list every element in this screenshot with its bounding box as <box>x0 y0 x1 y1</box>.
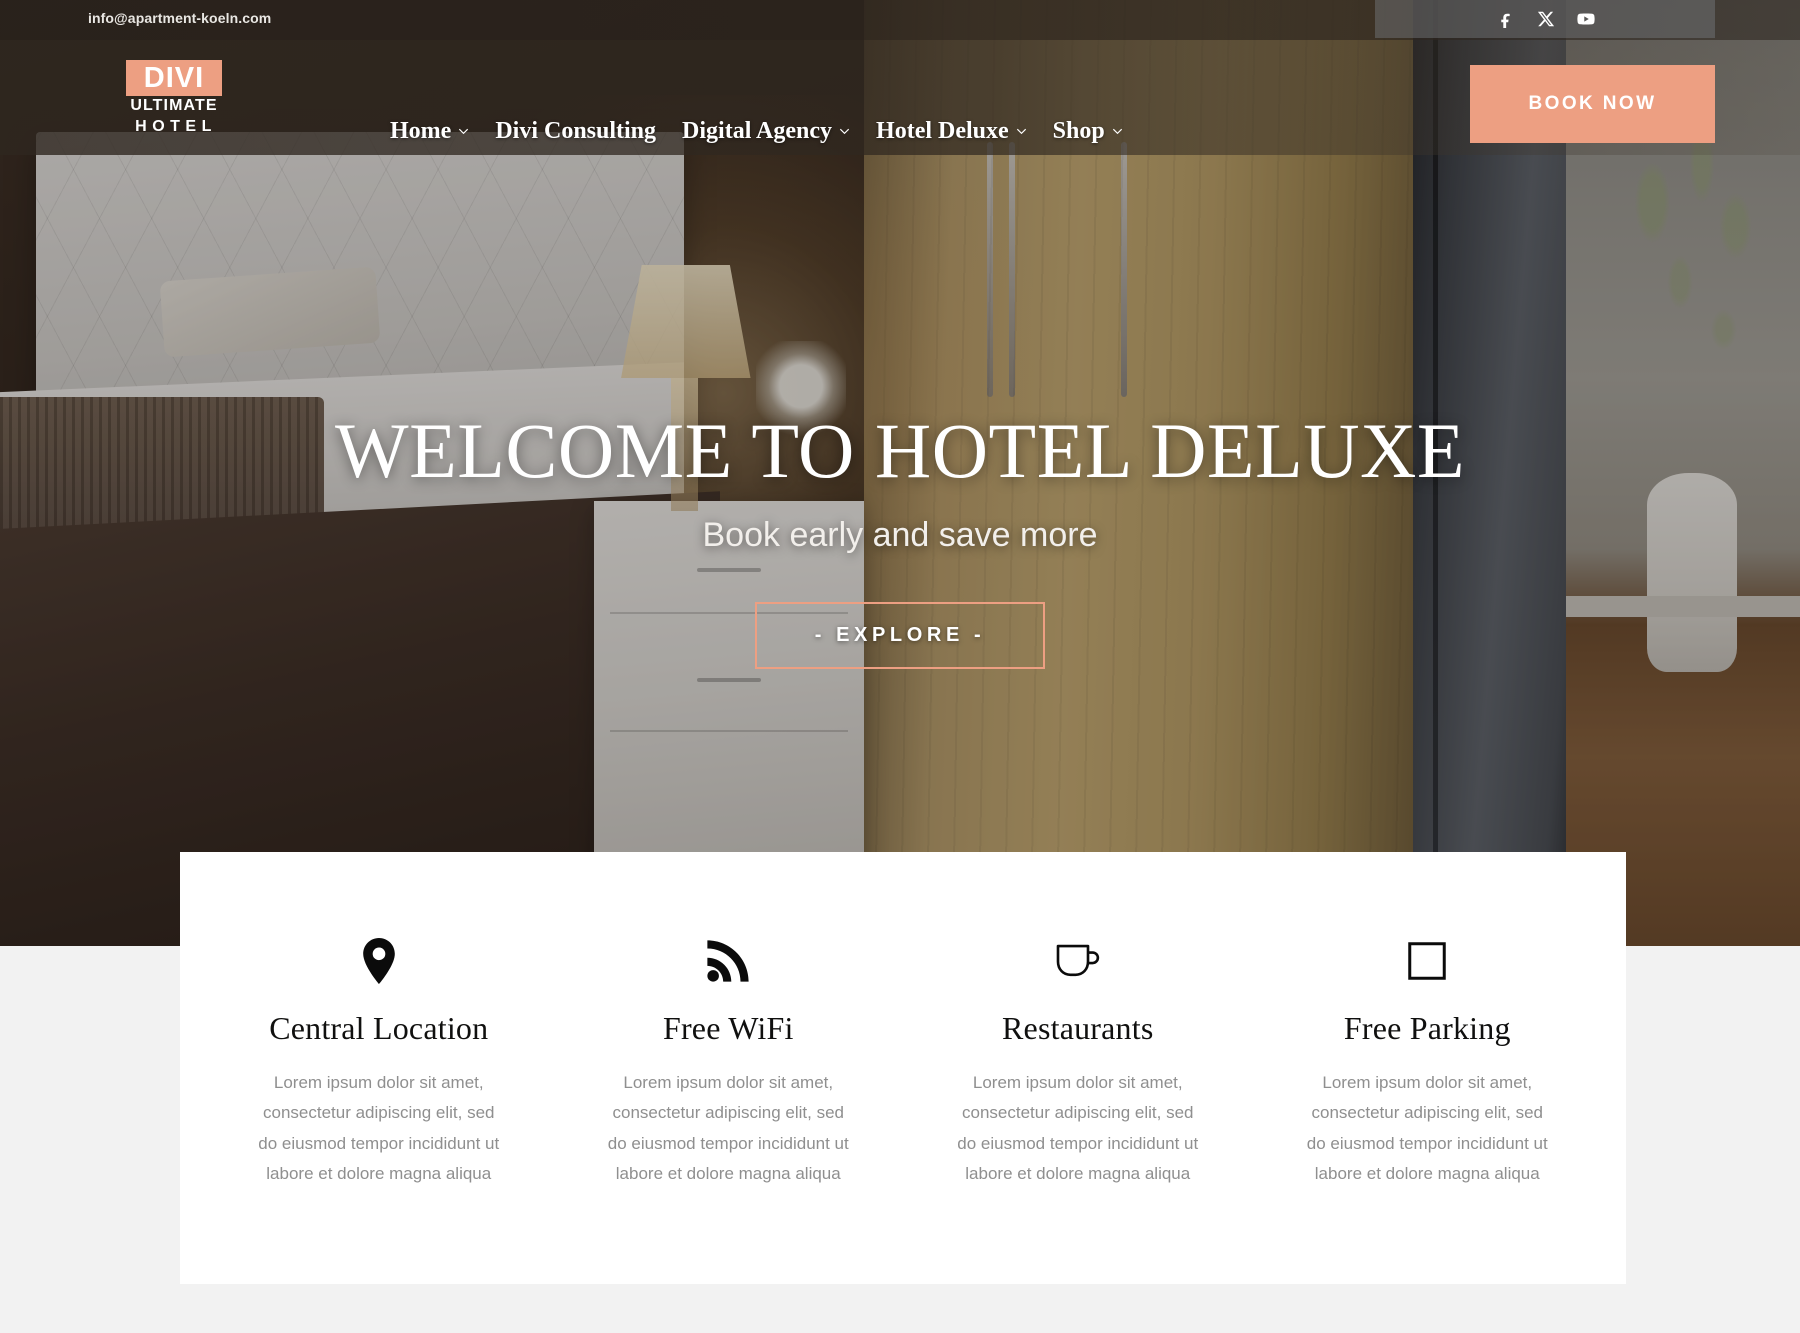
facebook-icon[interactable] <box>1497 10 1515 28</box>
features-card: Central Location Lorem ipsum dolor sit a… <box>180 852 1626 1284</box>
youtube-icon[interactable] <box>1577 10 1595 28</box>
logo-ultimate-text: ULTIMATE <box>130 97 218 114</box>
nav-label: Divi Consulting <box>495 118 657 144</box>
square-outline-icon <box>1407 938 1447 984</box>
nav-item-digital-agency[interactable]: Digital Agency <box>682 118 850 145</box>
feature-text: Lorem ipsum dolor sit amet, consectetur … <box>957 1073 1199 1183</box>
hero-subtitle: Book early and save more <box>702 515 1098 554</box>
logo-divi-text: DIVI <box>126 60 222 96</box>
chevron-down-icon <box>1112 128 1123 136</box>
main-navigation: Home Divi Consulting Digital Agency Hote… <box>390 118 1123 145</box>
nav-item-divi-consulting[interactable]: Divi Consulting <box>495 118 656 145</box>
feature-text: Lorem ipsum dolor sit amet, consectetur … <box>607 1073 849 1183</box>
page-root: info@apartment-koeln.com DIVI ULTIMATE H… <box>0 0 1800 1333</box>
chevron-down-icon <box>458 128 469 136</box>
feature-title: Free WiFi <box>662 1010 794 1046</box>
site-header: DIVI ULTIMATE HOTEL Home Divi Consulting… <box>0 40 1800 155</box>
social-links <box>1375 0 1715 38</box>
feature-restaurants: Restaurants Lorem ipsum dolor sit amet, … <box>903 938 1253 1189</box>
nav-item-hotel-deluxe[interactable]: Hotel Deluxe <box>876 118 1027 145</box>
x-twitter-icon[interactable] <box>1537 10 1555 28</box>
nav-label: Digital Agency <box>682 118 833 144</box>
nav-item-home[interactable]: Home <box>390 118 469 145</box>
feature-title: Central Location <box>269 1010 489 1046</box>
chevron-down-icon <box>839 128 850 136</box>
contact-email-link[interactable]: info@apartment-koeln.com <box>88 10 271 26</box>
chevron-down-icon <box>1016 128 1027 136</box>
feature-text: Lorem ipsum dolor sit amet, consectetur … <box>1306 1073 1548 1183</box>
feature-text: Lorem ipsum dolor sit amet, consectetur … <box>258 1073 500 1183</box>
feature-central-location: Central Location Lorem ipsum dolor sit a… <box>204 938 554 1189</box>
map-pin-icon <box>361 938 397 984</box>
explore-button[interactable]: - EXPLORE - <box>755 601 1045 669</box>
feature-title: Free Parking <box>1343 1010 1511 1046</box>
coffee-cup-icon <box>1053 938 1103 984</box>
book-now-button[interactable]: BOOK NOW <box>1470 65 1715 143</box>
page-title: WELCOME TO HOTEL DELUXE <box>334 407 1466 494</box>
top-bar: info@apartment-koeln.com <box>0 0 1800 40</box>
site-logo[interactable]: DIVI ULTIMATE HOTEL <box>126 60 222 137</box>
nav-item-shop[interactable]: Shop <box>1053 118 1123 145</box>
nav-label: Home <box>390 118 452 144</box>
nav-label: Shop <box>1052 118 1105 144</box>
nav-label: Hotel Deluxe <box>876 118 1009 144</box>
feature-title: Restaurants <box>1002 1010 1154 1046</box>
wifi-signal-icon <box>706 938 750 984</box>
feature-free-wifi: Free WiFi Lorem ipsum dolor sit amet, co… <box>554 938 904 1189</box>
feature-free-parking: Free Parking Lorem ipsum dolor sit amet,… <box>1253 938 1603 1189</box>
logo-hotel-text: HOTEL <box>135 118 217 135</box>
